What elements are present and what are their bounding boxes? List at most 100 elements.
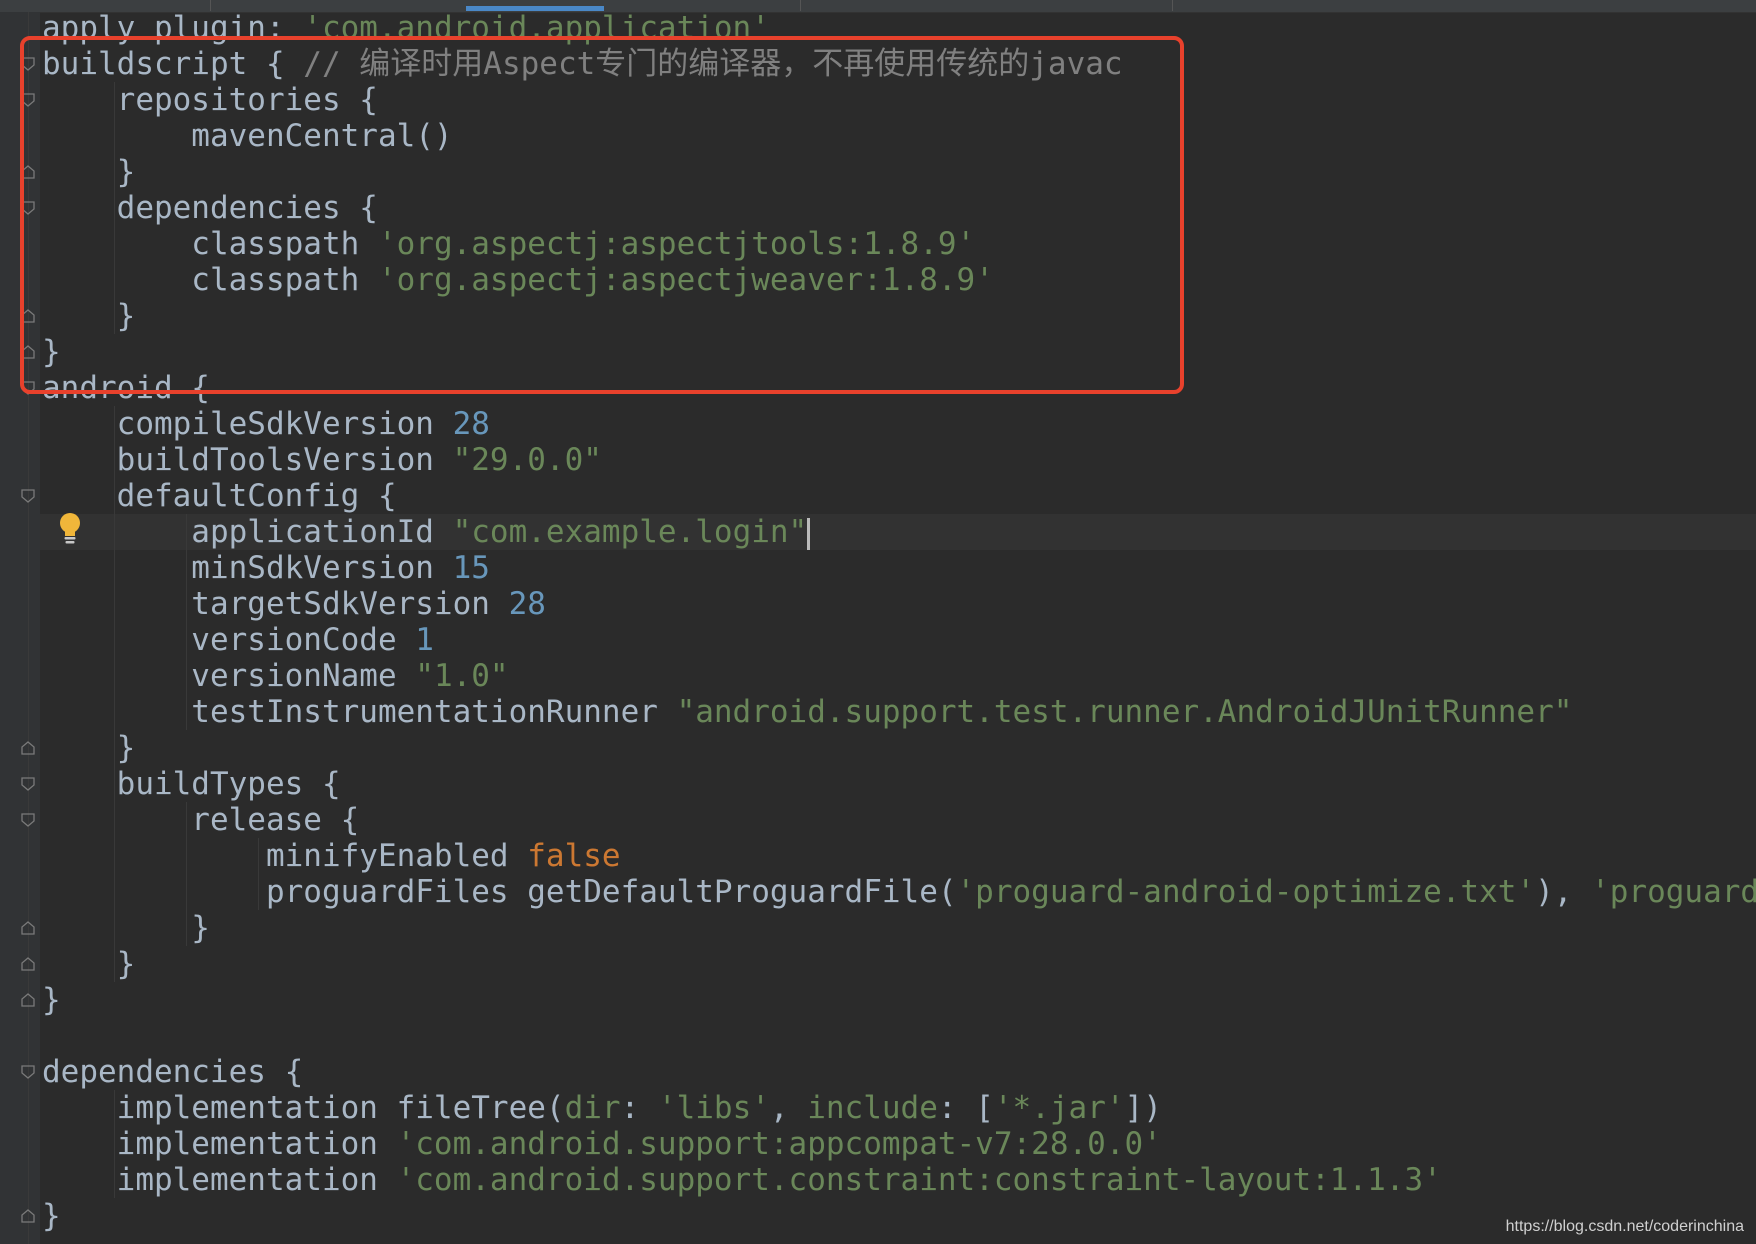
- code-token: }: [42, 334, 61, 370]
- code-line[interactable]: testInstrumentationRunner "android.suppo…: [42, 694, 1572, 730]
- fold-marker-icon[interactable]: [21, 993, 35, 1007]
- code-line[interactable]: implementation 'com.android.support:appc…: [42, 1126, 1162, 1162]
- code-token: versionName: [42, 658, 416, 694]
- code-token: 'com.android.application': [303, 10, 770, 46]
- code-token: minSdkVersion: [42, 550, 453, 586]
- code-token: // 编译时用Aspect专门的编译器，不再使用传统的javac: [303, 46, 1123, 82]
- code-line[interactable]: release {: [42, 802, 359, 838]
- code-token: '*.jar': [993, 1090, 1125, 1126]
- code-token: proguardFiles getDefaultProguardFile(: [42, 874, 957, 910]
- code-line[interactable]: implementation 'com.android.support.cons…: [42, 1162, 1442, 1198]
- code-token: "29.0.0": [452, 442, 602, 478]
- fold-marker-icon[interactable]: [21, 201, 35, 215]
- fold-marker-icon[interactable]: [21, 921, 35, 935]
- code-token: minifyEnabled: [42, 838, 528, 874]
- code-token: release {: [42, 802, 360, 838]
- code-line[interactable]: android {: [42, 370, 210, 406]
- code-line[interactable]: minSdkVersion 15: [42, 550, 490, 586]
- code-token: 15: [452, 550, 490, 586]
- code-line[interactable]: dependencies {: [42, 190, 378, 226]
- code-line[interactable]: applicationId "com.example.login": [42, 514, 811, 550]
- code-line[interactable]: buildscript { // 编译时用Aspect专门的编译器，不再使用传统…: [42, 46, 1123, 82]
- code-token: "android.support.test.runner.AndroidJUni…: [676, 694, 1573, 730]
- code-token: targetSdkVersion: [42, 586, 509, 622]
- code-token: }: [42, 910, 210, 946]
- code-line[interactable]: }: [42, 334, 61, 370]
- code-token: 'com.android.support:appcompat-v7:28.0.0…: [396, 1126, 1162, 1162]
- code-token: classpath: [42, 262, 378, 298]
- code-token: versionCode: [42, 622, 416, 658]
- code-token: dependencies {: [42, 1054, 304, 1090]
- code-token: mavenCentral(): [42, 118, 453, 154]
- code-token: }: [42, 154, 136, 190]
- code-line[interactable]: classpath 'org.aspectj:aspectjtools:1.8.…: [42, 226, 975, 262]
- code-token: implementation fileTree(: [42, 1090, 565, 1126]
- code-line[interactable]: }: [42, 298, 136, 334]
- code-line[interactable]: buildTypes {: [42, 766, 341, 802]
- fold-marker-icon[interactable]: [21, 57, 35, 71]
- code-token: ]): [1124, 1090, 1162, 1126]
- code-line[interactable]: }: [42, 154, 136, 190]
- fold-marker-icon[interactable]: [21, 1065, 35, 1079]
- code-line[interactable]: proguardFiles getDefaultProguardFile('pr…: [42, 874, 1756, 910]
- fold-marker-icon[interactable]: [21, 381, 35, 395]
- fold-marker-icon[interactable]: [21, 309, 35, 323]
- fold-marker-icon[interactable]: [21, 777, 35, 791]
- code-line[interactable]: versionCode 1: [42, 622, 434, 658]
- code-token: }: [42, 982, 61, 1018]
- fold-marker-icon[interactable]: [21, 165, 35, 179]
- fold-marker-icon[interactable]: [21, 1209, 35, 1223]
- code-line[interactable]: mavenCentral(): [42, 118, 453, 154]
- code-token: :: [620, 1090, 658, 1126]
- code-token: }: [42, 730, 136, 766]
- code-token: 'com.android.support.constraint:constrai…: [396, 1162, 1442, 1198]
- code-line[interactable]: }: [42, 982, 61, 1018]
- code-editor[interactable]: apply plugin: 'com.android.application' b…: [0, 0, 1756, 1244]
- code-token: 1: [415, 622, 434, 658]
- code-token: dependencies {: [42, 190, 378, 226]
- code-token: "com.example.login": [452, 514, 808, 550]
- code-token: 28: [508, 586, 546, 622]
- code-line[interactable]: minifyEnabled false: [42, 838, 621, 874]
- code-token: }: [42, 946, 136, 982]
- code-token: testInstrumentationRunner: [42, 694, 677, 730]
- code-line[interactable]: defaultConfig {: [42, 478, 397, 514]
- code-line[interactable]: }: [42, 946, 136, 982]
- code-token: buildToolsVersion: [42, 442, 453, 478]
- code-line[interactable]: apply plugin: 'com.android.application': [42, 10, 770, 46]
- code-line[interactable]: compileSdkVersion 28: [42, 406, 490, 442]
- code-line[interactable]: versionName "1.0": [42, 658, 509, 694]
- code-token: implementation: [42, 1162, 397, 1198]
- fold-marker-icon[interactable]: [21, 345, 35, 359]
- code-line[interactable]: }: [42, 730, 136, 766]
- code-token: buildTypes {: [42, 766, 341, 802]
- code-token: 'proguard-android-optimize.txt': [956, 874, 1536, 910]
- code-token: defaultConfig {: [42, 478, 397, 514]
- fold-marker-icon[interactable]: [21, 93, 35, 107]
- code-token: 28: [452, 406, 490, 442]
- code-token: 'proguard-ru: [1591, 874, 1756, 910]
- code-token: buildscript {: [42, 46, 304, 82]
- code-line[interactable]: classpath 'org.aspectj:aspectjweaver:1.8…: [42, 262, 994, 298]
- code-token: "1.0": [415, 658, 509, 694]
- code-line[interactable]: implementation fileTree(dir: 'libs', inc…: [42, 1090, 1162, 1126]
- code-token: false: [527, 838, 621, 874]
- code-token: include: [807, 1090, 938, 1126]
- fold-marker-icon[interactable]: [21, 813, 35, 827]
- code-token: repositories {: [42, 82, 378, 118]
- code-line[interactable]: repositories {: [42, 82, 378, 118]
- text-caret: [807, 517, 811, 550]
- code-line[interactable]: targetSdkVersion 28: [42, 586, 546, 622]
- code-token: apply plugin:: [42, 10, 304, 46]
- code-line[interactable]: }: [42, 910, 210, 946]
- fold-marker-icon[interactable]: [21, 489, 35, 503]
- code-line[interactable]: buildToolsVersion "29.0.0": [42, 442, 602, 478]
- code-line[interactable]: dependencies {: [42, 1054, 303, 1090]
- fold-marker-icon[interactable]: [21, 741, 35, 755]
- code-token: android {: [42, 370, 210, 406]
- code-token: 'org.aspectj:aspectjtools:1.8.9': [377, 226, 976, 262]
- code-line[interactable]: }: [42, 1198, 61, 1234]
- fold-marker-icon[interactable]: [21, 957, 35, 971]
- lightbulb-icon[interactable]: [58, 512, 82, 546]
- code-token: compileSdkVersion: [42, 406, 453, 442]
